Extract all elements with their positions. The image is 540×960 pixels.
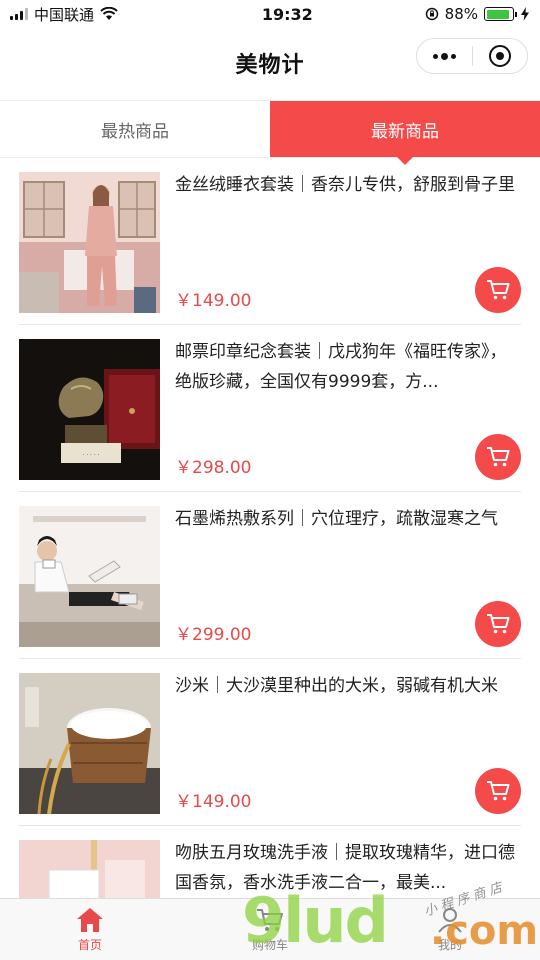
tabbar-profile-label: 我的 [437,937,462,952]
product-image[interactable] [19,840,160,898]
status-time: 19:32 [261,4,313,24]
orientation-lock-icon [425,7,438,21]
product-list[interactable]: 金丝绒睡衣套装｜香奈儿专供，舒服到骨子里 ￥149.00 · · · · · 邮… [0,158,540,898]
battery-level [486,9,509,19]
add-to-cart-button[interactable] [475,434,521,480]
product-image[interactable] [19,506,160,647]
add-to-cart-button[interactable] [475,267,521,313]
more-icon [432,52,456,60]
battery-icon [484,7,517,21]
cart-icon [487,781,510,801]
product-image[interactable] [19,172,160,313]
tabbar-profile[interactable]: 我的 [360,899,540,960]
category-tabs: 最热商品 最新商品 [0,100,540,165]
product-image[interactable]: · · · · · [19,339,160,480]
status-left: 中国联通 [10,4,210,25]
product-title[interactable]: 邮票印章纪念套装｜戊戌狗年《福旺传家》，绝版珍藏，全国仅有9999套，方... [175,337,521,397]
tabbar-cart[interactable]: 购物车 [180,899,360,960]
tab-new-products[interactable]: 最新商品 [270,101,540,165]
home-icon [77,907,103,932]
carrier-name: 中国联通 [34,5,95,24]
cart-icon [257,908,283,931]
wifi-icon [100,7,118,20]
product-item[interactable]: 吻肤五月玫瑰洗手液｜提取玫瑰精华，进口德国香氛，香水洗手液二合一，最美... [19,826,521,898]
add-to-cart-button[interactable] [475,601,521,647]
more-button[interactable] [417,39,472,73]
product-title[interactable]: 吻肤五月玫瑰洗手液｜提取玫瑰精华，进口德国香氛，香水洗手液二合一，最美... [175,838,521,898]
status-right: 88% [425,5,530,23]
product-price: ￥149.00 [175,291,252,311]
close-mini-program-button[interactable] [473,39,528,73]
product-item[interactable]: 金丝绒睡衣套装｜香奈儿专供，舒服到骨子里 ￥149.00 [19,158,521,325]
status-bar: 中国联通 19:32 88% [0,0,540,28]
tabbar-home-label: 首页 [77,937,102,952]
cart-icon [487,447,510,467]
battery-percent: 88% [444,5,478,23]
product-title[interactable]: 金丝绒睡衣套装｜香奈儿专供，舒服到骨子里 [175,170,521,230]
product-title[interactable]: 沙米｜大沙漠里种出的大米，弱碱有机大米 [175,671,521,731]
charging-icon [521,7,529,21]
product-item[interactable]: 石墨烯热敷系列｜穴位理疗，疏散湿寒之气 ￥299.00 [19,492,521,659]
product-price: ￥149.00 [175,792,252,812]
tabbar-home[interactable]: 首页 [0,899,180,960]
product-item[interactable]: 沙米｜大沙漠里种出的大米，弱碱有机大米 ￥149.00 [19,659,521,826]
cart-icon [487,280,510,300]
bottom-tab-bar: 首页 购物车 我的 [0,898,540,960]
mini-program-capsule [416,38,528,74]
product-price: ￥298.00 [175,458,252,478]
signal-icon [10,8,28,20]
product-price: ￥299.00 [175,625,252,645]
svg-text:· · · · ·: · · · · · [82,452,99,459]
user-icon [438,907,462,933]
cart-icon [487,614,510,634]
product-title[interactable]: 石墨烯热敷系列｜穴位理疗，疏散湿寒之气 [175,504,521,564]
navigation-bar: 美物计 [0,28,540,98]
page-title: 美物计 [235,53,305,78]
tabbar-cart-label: 购物车 [251,937,288,952]
target-icon [488,45,511,67]
tab-hot-products[interactable]: 最热商品 [0,101,270,157]
product-image[interactable] [19,673,160,814]
add-to-cart-button[interactable] [475,768,521,814]
product-item[interactable]: · · · · · 邮票印章纪念套装｜戊戌狗年《福旺传家》，绝版珍藏，全国仅有9… [19,325,521,492]
